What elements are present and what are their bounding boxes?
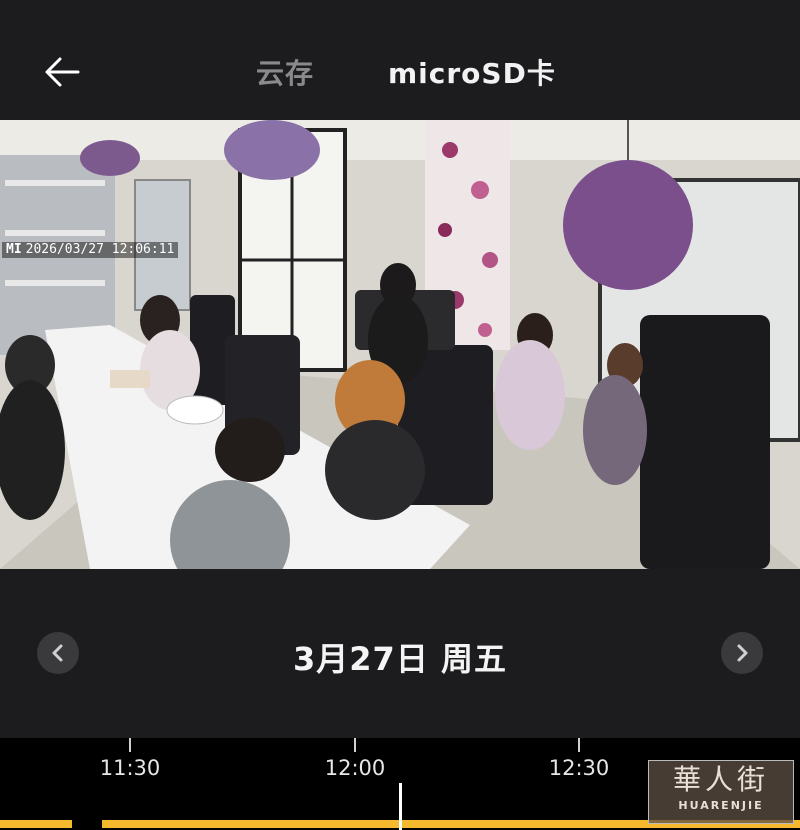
chevron-right-icon <box>737 644 748 662</box>
timeline-tick <box>578 738 580 752</box>
camera-brand-logo: MI <box>6 242 22 257</box>
date-label: 3月27日 周五 <box>293 640 507 678</box>
recording-segment <box>0 820 72 828</box>
camera-frame <box>0 120 800 569</box>
timeline-tick <box>354 738 356 752</box>
next-day-button[interactable] <box>721 632 763 674</box>
playhead[interactable] <box>399 783 402 830</box>
back-arrow-icon[interactable] <box>40 50 84 94</box>
timeline-tick <box>129 738 131 752</box>
timestamp-text: 2026/03/27 12:06:11 <box>25 242 175 257</box>
timeline-tick-label: 12:00 <box>324 756 386 780</box>
video-timestamp: MI 2026/03/27 12:06:11 <box>2 242 179 258</box>
timeline-tick-label: 11:30 <box>99 756 161 780</box>
watermark-cn: 華人街 <box>672 763 769 796</box>
watermark-en: HUARENJIE <box>678 799 764 812</box>
top-bar: 云存 microSD卡 <box>0 0 800 120</box>
video-player[interactable]: MI 2026/03/27 12:06:11 <box>0 120 800 569</box>
watermark-logo: 華人街 HUARENJIE <box>648 760 794 824</box>
date-navigator: 3月27日 周五 <box>0 600 800 710</box>
timeline-tick-label: 12:30 <box>548 756 610 780</box>
tab-microsd-card[interactable]: microSD卡 <box>388 52 556 92</box>
tab-cloud-storage[interactable]: 云存 <box>256 52 314 92</box>
